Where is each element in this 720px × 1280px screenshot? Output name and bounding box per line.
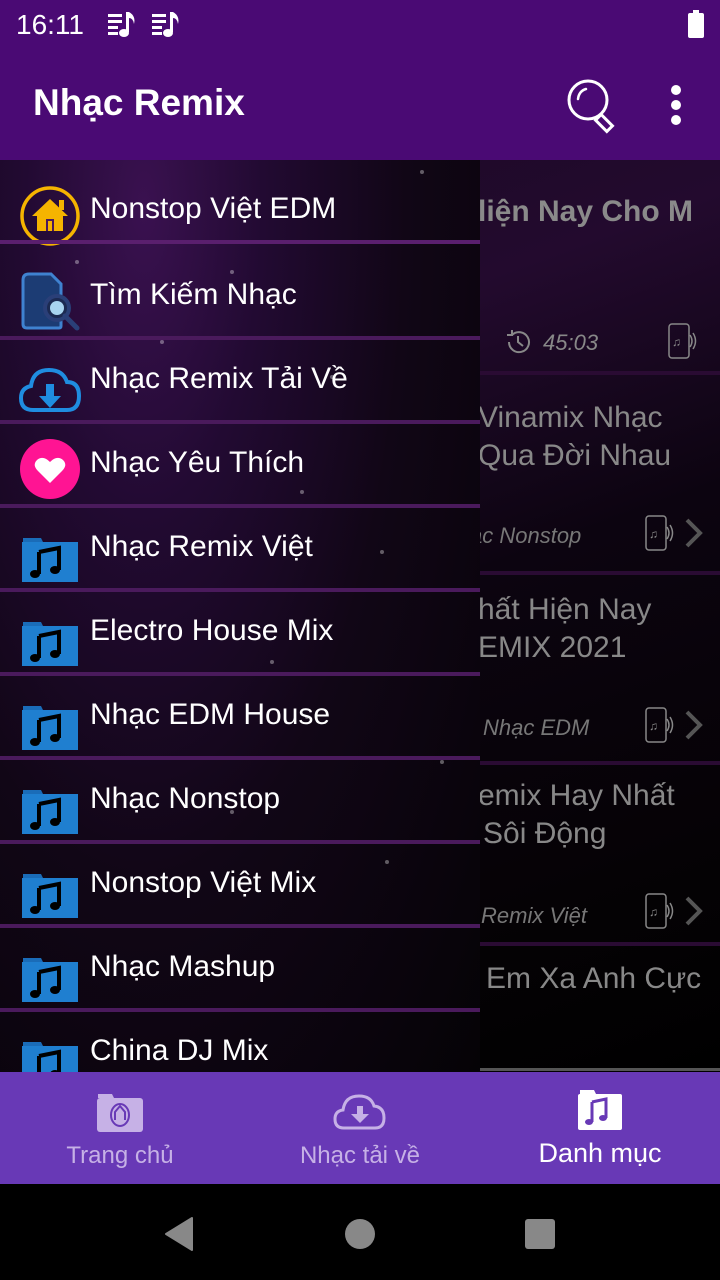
heart-icon [20, 439, 80, 499]
drawer-item-nhac-remix-viet[interactable]: Nhạc Remix Việt [0, 508, 480, 592]
more-vert-icon [671, 85, 681, 125]
chevron-right-icon [685, 710, 703, 740]
drawer-item-label: Nonstop Việt EDM [90, 192, 337, 225]
recents-icon[interactable] [520, 1214, 560, 1254]
home-icon[interactable] [340, 1214, 380, 1254]
app-bar: Nhạc Remix [0, 50, 720, 160]
music-folder-icon [22, 874, 78, 918]
drawer-item-label: Nhạc Mashup [90, 950, 276, 983]
music-folder-icon [578, 1090, 622, 1130]
drawer-item-electro-house-mix[interactable]: Electro House Mix [0, 592, 480, 676]
drawer-item-nhac-nonstop[interactable]: Nhạc Nonstop [0, 760, 480, 844]
music-playlist-icon [152, 12, 179, 37]
music-folder-icon [22, 958, 78, 1002]
search-icon [567, 79, 615, 134]
file-search-icon [21, 272, 80, 331]
drawer-item-label: Tìm Kiếm Nhạc [90, 278, 297, 311]
app-title: Nhạc Remix [33, 82, 245, 123]
song-title: liện Nay Cho M [478, 195, 694, 228]
nav-tab-trang-chu[interactable]: Trang chủ [0, 1072, 240, 1184]
svg-text:♫: ♫ [649, 719, 658, 733]
phone-music-icon: ♫ [645, 707, 674, 743]
drawer-item-nhac-yeu-thich[interactable]: Nhạc Yêu Thích [0, 424, 480, 508]
back-icon[interactable] [160, 1214, 200, 1254]
drawer-item-nhac-mashup[interactable]: Nhạc Mashup [0, 928, 480, 1012]
more-options-button[interactable] [656, 80, 696, 130]
nav-tab-nhac-tai-ve[interactable]: Nhạc tải về [240, 1072, 480, 1184]
drawer-item-label: Electro House Mix [90, 614, 334, 647]
music-playlist-icon [108, 12, 135, 37]
nav-tab-label: Nhạc tải về [299, 1142, 421, 1169]
drawer-item-label: Nhạc Remix Việt [90, 530, 313, 563]
song-category: Remix Việt [481, 903, 587, 928]
drawer-item-label: Nhạc Yêu Thích [90, 446, 305, 479]
system-navigation-bar [0, 1184, 720, 1280]
cloud-download-icon [19, 367, 81, 412]
music-folder-icon [22, 706, 78, 750]
cloud-download-icon [333, 1094, 386, 1130]
bottom-navigation: Trang chủ Nhạc tải về Danh mục [0, 1072, 720, 1184]
status-bar: 16:11 [0, 0, 720, 50]
song-title-line: emix Hay Nhất [478, 779, 675, 812]
navigation-drawer: Nonstop Việt EDM Tìm Kiếm Nhạc Nhạc Remi… [0, 160, 480, 1072]
status-time: 16:11 [16, 9, 84, 40]
drawer-item-nhac-remix-tai-ve[interactable]: Nhạc Remix Tải Về [0, 340, 480, 424]
home-folder-icon [97, 1094, 143, 1132]
song-duration: 45:03 [543, 330, 599, 355]
history-icon [507, 330, 530, 354]
drawer-item-nonstop-viet-mix[interactable]: Nonstop Việt Mix [0, 844, 480, 928]
drawer-item-label: Nhạc Remix Tải Về [90, 362, 348, 395]
phone-music-icon: ♫ [645, 893, 674, 929]
svg-text:♫: ♫ [649, 527, 658, 541]
song-title-line: EMIX 2021 [478, 631, 627, 664]
song-title-line: Em Xa Anh Cực [486, 962, 702, 995]
chevron-right-icon [685, 896, 703, 926]
phone-music-icon: ♫ [645, 515, 674, 551]
drawer-item-nonstop-viet-edm[interactable]: Nonstop Việt EDM [0, 160, 480, 246]
music-folder-icon [22, 790, 78, 834]
music-folder-icon [22, 538, 78, 582]
nav-tab-label: Danh mục [538, 1138, 662, 1168]
phone-music-icon: ♫ [668, 323, 697, 359]
search-button[interactable] [560, 75, 624, 135]
song-title-line: Vinamix Nhạc [478, 401, 663, 434]
song-title-line: Sôi Động [483, 817, 607, 850]
song-title-line: hất Hiện Nay [478, 593, 652, 626]
drawer-item-label: Nonstop Việt Mix [90, 866, 317, 899]
battery-full-icon [688, 10, 704, 38]
home-icon [20, 186, 80, 246]
drawer-item-nhac-edm-house[interactable]: Nhạc EDM House [0, 676, 480, 760]
drawer-item-label: Nhạc EDM House [90, 698, 331, 731]
chevron-right-icon [685, 518, 703, 548]
svg-text:♫: ♫ [672, 335, 681, 349]
drawer-item-china-dj-mix[interactable]: China DJ Mix [0, 1012, 480, 1072]
drawer-item-label: China DJ Mix [90, 1034, 269, 1067]
nav-tab-danh-muc[interactable]: Danh mục [480, 1072, 720, 1184]
music-folder-icon [22, 1042, 78, 1072]
nav-tab-label: Trang chủ [66, 1142, 174, 1169]
svg-text:♫: ♫ [649, 905, 658, 919]
song-title-line: Qua Đời Nhau [478, 439, 672, 472]
drawer-item-tim-kiem-nhac[interactable]: Tìm Kiếm Nhạc [0, 256, 480, 340]
music-folder-icon [22, 622, 78, 666]
drawer-item-label: Nhạc Nonstop [90, 782, 281, 815]
song-category: Nhạc EDM [483, 715, 590, 740]
song-category: ạc Nonstop [470, 523, 582, 548]
